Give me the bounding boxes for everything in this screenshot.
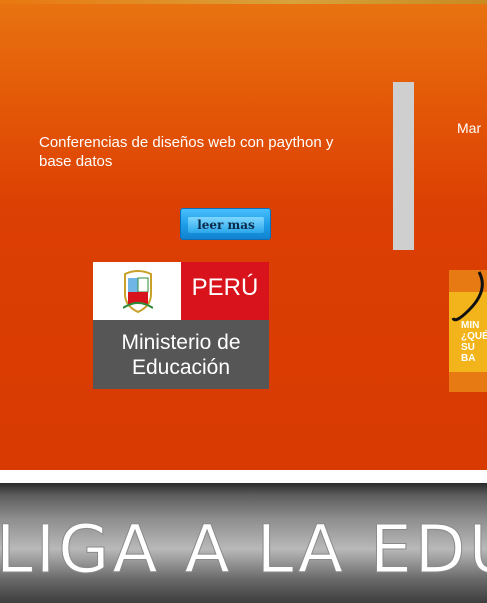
ministry-line-1: Ministerio de: [121, 331, 241, 354]
bottom-banner: LIGA A LA EDU: [0, 483, 487, 603]
read-more-label: leer mas: [188, 217, 264, 233]
top-strip: [0, 0, 487, 4]
ministry-logo[interactable]: PERÚ Ministerio de Educación: [93, 262, 269, 389]
ministry-name: Ministerio de Educación: [93, 320, 269, 389]
promo-line-1: MIN: [461, 320, 480, 331]
promo-thumbnail[interactable]: MIN ¿QUÉ SU BA: [449, 270, 487, 392]
read-more-button[interactable]: leer mas: [180, 208, 271, 240]
promo-text: MIN ¿QUÉ SU BA: [461, 320, 487, 364]
vertical-divider: [393, 82, 414, 250]
conference-description: Conferencias de diseños web con paython …: [39, 134, 334, 170]
ministry-line-2: Educación: [131, 356, 231, 379]
coat-of-arms-icon: [123, 270, 153, 314]
peru-label: PERÚ: [191, 274, 259, 301]
side-text: Mar: [457, 120, 482, 136]
hero-section: Conferencias de diseños web con paython …: [0, 0, 487, 470]
banner-text: LIGA A LA EDU: [0, 511, 487, 589]
promo-line-3: SU BA: [461, 342, 476, 364]
white-band: [0, 470, 487, 483]
promo-line-2: ¿QUÉ: [461, 331, 487, 342]
